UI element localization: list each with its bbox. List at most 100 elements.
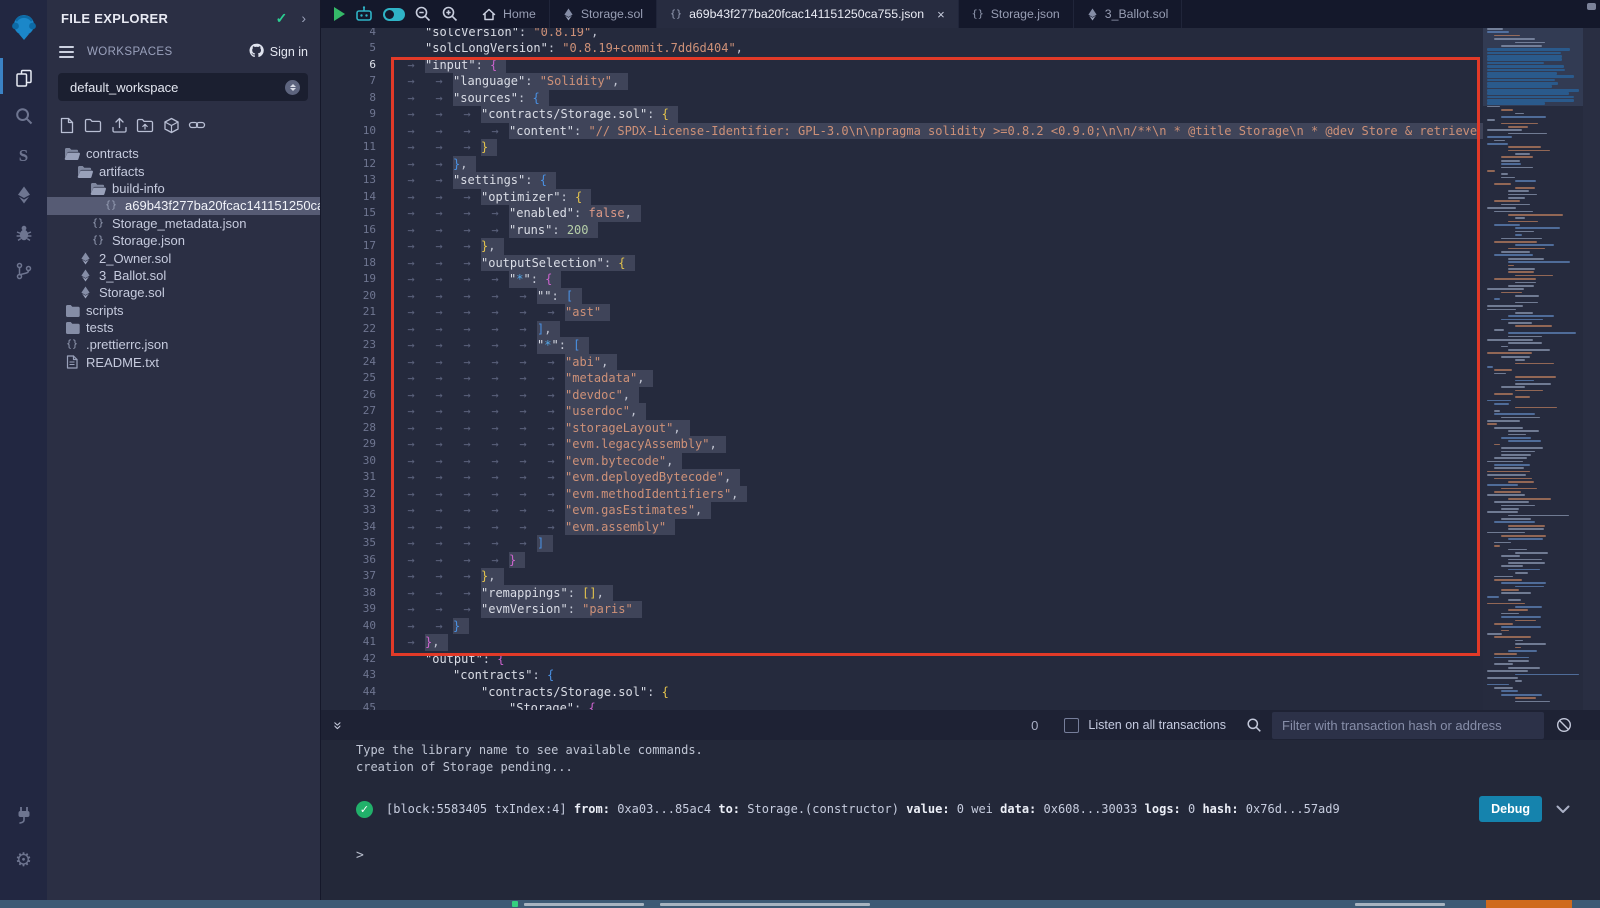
code-line-6[interactable]: 6→"input": { [320, 57, 1483, 74]
tree-item-3-ballot-sol[interactable]: 3_Ballot.sol [47, 267, 320, 284]
minimap[interactable] [1483, 28, 1583, 710]
scrollbar-track[interactable] [1583, 28, 1600, 710]
code-line-28[interactable]: 28→→→→→→"storageLayout", [320, 420, 1483, 437]
tree-item-storage-json[interactable]: {}Storage.json [47, 232, 320, 249]
code-editor[interactable]: 4"solcVersion": "0.8.19",5"solcLongVersi… [320, 28, 1483, 710]
double-chevron-down-icon[interactable]: » [330, 721, 347, 729]
code-line-39[interactable]: 39→→→"evmVersion": "paris" [320, 601, 1483, 618]
code-line-30[interactable]: 30→→→→→→"evm.bytecode", [320, 453, 1483, 470]
sign-in-button[interactable]: Sign in [249, 43, 308, 61]
line-content: →→→→→→"evm.deployedBytecode", [397, 469, 740, 486]
code-line-35[interactable]: 35→→→→→] [320, 535, 1483, 552]
code-line-10[interactable]: 10→→→→"content": "// SPDX-License-Identi… [320, 123, 1483, 140]
theme-toggle[interactable] [383, 8, 405, 21]
tab-storage-sol[interactable]: Storage.sol [550, 0, 657, 28]
activity-settings-icon[interactable]: ⚙ [0, 843, 47, 877]
close-icon[interactable]: × [937, 7, 945, 22]
code-line-42[interactable]: 42"output": { [320, 651, 1483, 668]
code-line-43[interactable]: 43"contracts": { [320, 667, 1483, 684]
code-line-18[interactable]: 18→→→"outputSelection": { [320, 255, 1483, 272]
code-line-26[interactable]: 26→→→→→→"devdoc", [320, 387, 1483, 404]
code-line-38[interactable]: 38→→→"remappings": [], [320, 585, 1483, 602]
tree-item-scripts[interactable]: scripts [47, 302, 320, 319]
tree-item-storage-sol[interactable]: Storage.sol [47, 284, 320, 301]
tab-storage-json[interactable]: {}Storage.json [959, 0, 1074, 28]
search-icon[interactable] [1246, 717, 1262, 733]
upload-file-icon[interactable] [110, 116, 128, 134]
activity-plugin-manager-icon[interactable] [0, 798, 47, 832]
activity-file-explorer-icon[interactable] [0, 61, 47, 95]
transaction-log-row[interactable]: ✓ [block:5583405 txIndex:4] from: 0xa03.… [356, 794, 1570, 824]
code-line-37[interactable]: 37→→→}, [320, 568, 1483, 585]
code-line-23[interactable]: 23→→→→→"*": [ [320, 337, 1483, 354]
line-content: →→→}, [397, 568, 504, 585]
code-line-14[interactable]: 14→→→"optimizer": { [320, 189, 1483, 206]
tree-item-a69b43f277ba20fcac141151250ca7-[interactable]: {}a69b43f277ba20fcac141151250ca7... [47, 197, 320, 214]
box-icon[interactable] [162, 116, 180, 134]
code-line-44[interactable]: 44"contracts/Storage.sol": { [320, 684, 1483, 701]
tab-3-ballot-sol[interactable]: 3_Ballot.sol [1074, 0, 1183, 28]
remixd-robot-icon[interactable] [354, 5, 374, 23]
code-line-15[interactable]: 15→→→→"enabled": false, [320, 205, 1483, 222]
tree-item-build-info[interactable]: build-info [47, 180, 320, 197]
zoom-in-icon[interactable] [441, 5, 459, 23]
tree-item-contracts[interactable]: contracts [47, 145, 320, 162]
code-line-32[interactable]: 32→→→→→→"evm.methodIdentifiers", [320, 486, 1483, 503]
hamburger-menu-icon[interactable] [59, 46, 74, 58]
tree-item-readme-txt[interactable]: README.txt [47, 354, 320, 371]
code-line-27[interactable]: 27→→→→→→"userdoc", [320, 403, 1483, 420]
upload-folder-icon[interactable] [136, 116, 154, 134]
block-icon[interactable] [1556, 717, 1572, 733]
tree-item--prettierrc-json[interactable]: {}.prettierrc.json [47, 336, 320, 353]
code-line-45[interactable]: 45"Storage": { [320, 700, 1483, 710]
activity-deploy-run-icon[interactable] [0, 178, 47, 212]
code-line-11[interactable]: 11→→→} [320, 139, 1483, 156]
code-line-13[interactable]: 13→→"settings": { [320, 172, 1483, 189]
code-line-41[interactable]: 41→}, [320, 634, 1483, 651]
activity-debugger-icon[interactable] [0, 216, 47, 250]
new-folder-icon[interactable] [84, 116, 102, 134]
code-line-34[interactable]: 34→→→→→→"evm.assembly" [320, 519, 1483, 536]
code-line-9[interactable]: 9→→→"contracts/Storage.sol": { [320, 106, 1483, 123]
code-line-31[interactable]: 31→→→→→→"evm.deployedBytecode", [320, 469, 1483, 486]
tree-item-storage-metadata-json[interactable]: {}Storage_metadata.json [47, 215, 320, 232]
code-line-12[interactable]: 12→→}, [320, 156, 1483, 173]
run-script-button[interactable] [334, 7, 345, 21]
activity-search-icon[interactable] [0, 99, 47, 133]
chevron-down-icon[interactable] [1556, 805, 1570, 814]
debug-button[interactable]: Debug [1479, 796, 1542, 822]
activity-solidity-compiler-icon[interactable]: S [0, 139, 47, 173]
code-line-7[interactable]: 7→→"language": "Solidity", [320, 73, 1483, 90]
code-line-29[interactable]: 29→→→→→→"evm.legacyAssembly", [320, 436, 1483, 453]
code-line-17[interactable]: 17→→→}, [320, 238, 1483, 255]
tree-item-tests[interactable]: tests [47, 319, 320, 336]
activity-remix-logo-icon[interactable] [0, 10, 47, 44]
code-line-22[interactable]: 22→→→→→], [320, 321, 1483, 338]
tree-item-artifacts[interactable]: artifacts [47, 162, 320, 179]
scrollbar-thumb[interactable] [1587, 3, 1596, 10]
listen-checkbox[interactable] [1064, 718, 1079, 733]
code-line-16[interactable]: 16→→→→"runs": 200 [320, 222, 1483, 239]
tab-a69b43f277ba20fcac141151250ca755-json[interactable]: {}a69b43f277ba20fcac141151250ca755.json× [657, 0, 959, 28]
terminal-prompt[interactable]: > [356, 848, 364, 863]
tree-item-2-owner-sol[interactable]: 2_Owner.sol [47, 249, 320, 266]
code-line-36[interactable]: 36→→→→} [320, 552, 1483, 569]
transaction-filter-input[interactable] [1272, 712, 1544, 739]
code-line-19[interactable]: 19→→→→"*": { [320, 271, 1483, 288]
code-line-4[interactable]: 4"solcVersion": "0.8.19", [320, 28, 1483, 40]
code-line-40[interactable]: 40→→} [320, 618, 1483, 635]
activity-git-icon[interactable] [0, 254, 47, 288]
link-icon[interactable] [188, 116, 206, 134]
chevron-right-icon[interactable]: › [301, 10, 306, 26]
zoom-out-icon[interactable] [414, 5, 432, 23]
code-line-33[interactable]: 33→→→→→→"evm.gasEstimates", [320, 502, 1483, 519]
code-line-8[interactable]: 8→→"sources": { [320, 90, 1483, 107]
workspace-select[interactable]: default_workspace [58, 73, 308, 101]
code-line-25[interactable]: 25→→→→→→"metadata", [320, 370, 1483, 387]
code-line-20[interactable]: 20→→→→→"": [ [320, 288, 1483, 305]
code-line-24[interactable]: 24→→→→→→"abi", [320, 354, 1483, 371]
code-line-21[interactable]: 21→→→→→→"ast" [320, 304, 1483, 321]
code-line-5[interactable]: 5"solcLongVersion": "0.8.19+commit.7dd6d… [320, 40, 1483, 57]
tab-home[interactable]: Home [469, 0, 550, 28]
new-file-icon[interactable] [58, 116, 76, 134]
